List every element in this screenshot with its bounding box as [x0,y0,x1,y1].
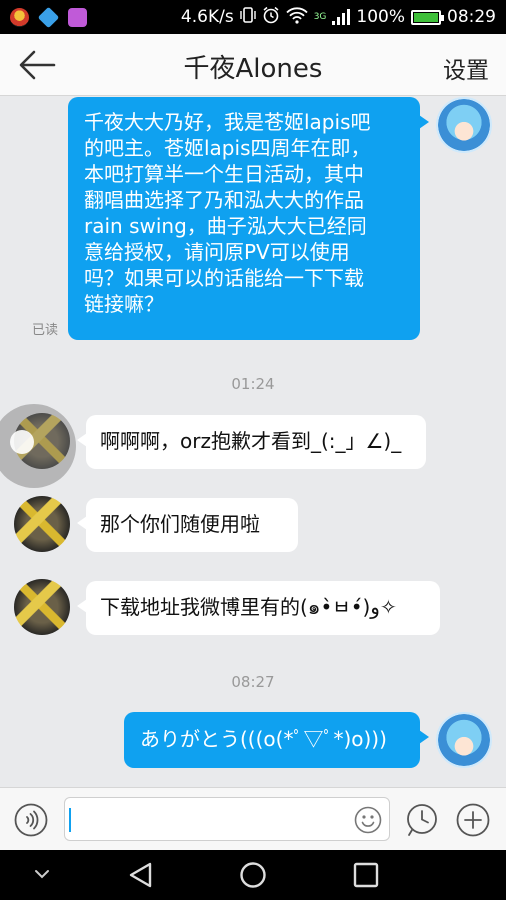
message-line: 的吧主。苍姬lapis四周年在即， [84,136,371,160]
status-app-icons [10,6,87,28]
network-type: 3G [313,11,327,22]
wifi-icon [286,6,308,28]
contact-avatar[interactable] [14,496,70,552]
status-bar: 4.6K/s 3G 100% 08:29 [0,0,506,34]
message-input[interactable] [64,797,390,841]
message-text: 啊啊啊，orz抱歉才看到_(:_」∠)_ [100,429,402,453]
outgoing-message-bubble[interactable]: 千夜大大乃好，我是苍姬lapis吧 的吧主。苍姬lapis四周年在即， 本吧打算… [68,97,429,340]
message-line: rain swing，曲子泓大大已经同 [84,214,367,238]
emoji-icon [354,806,382,834]
my-avatar[interactable] [436,97,492,153]
clock-button[interactable] [405,803,439,837]
clock-icon [407,804,437,836]
message-line: 链接嘛？ [84,292,164,316]
app-icon-c [68,7,87,27]
battery-percent: 100% [356,7,405,27]
battery-level [414,12,438,22]
incoming-message-bubble[interactable]: 下载地址我微博里有的(๑•̀ㅂ•́)و✧ [77,581,440,635]
emoji-button[interactable] [354,806,382,834]
message-text: ありがとう(((o(*ﾟ▽ﾟ*)o))) [140,727,387,751]
message-timestamp: 08:27 [231,673,275,691]
app-icon-b [37,6,60,28]
outgoing-message-bubble[interactable]: ありがとう(((o(*ﾟ▽ﾟ*)o))) [124,712,429,768]
chat-header: 千夜Alones 设置 [0,34,506,96]
home-icon[interactable] [238,861,268,889]
read-status: 已读 [32,323,59,338]
plus-icon [456,803,490,837]
page-title: 千夜Alones [183,54,323,84]
message-line: 本吧打算半一个生日活动，其中 [84,162,364,186]
text-caret [69,808,71,832]
status-time: 08:29 [447,7,496,27]
battery-icon [411,9,444,25]
message-text: 那个你们随便用啦 [100,512,260,536]
message-line: 翻唱曲选择了乃和泓大大的作品 [84,188,364,212]
message-line: 吗？如果可以的话能给一下下载 [84,266,364,290]
contact-avatar[interactable] [14,579,70,635]
incoming-message-bubble[interactable]: 那个你们随便用啦 [77,498,298,552]
message-timestamp: 01:24 [231,375,275,393]
settings-button[interactable]: 设置 [443,51,489,85]
app-icon-a [10,7,29,27]
message-line: 意给授权，请问原PV可以使用 [84,240,350,264]
system-nav-bar [0,850,506,900]
alarm-icon [262,6,280,28]
voice-icon [14,803,48,837]
message-text: 下载地址我微博里有的(๑•̀ㅂ•́)و✧ [100,595,397,619]
voice-button[interactable] [14,803,48,837]
hide-keyboard-icon[interactable] [32,866,52,882]
message-list[interactable]: 千夜大大乃好，我是苍姬lapis吧 的吧主。苍姬lapis四周年在即， 本吧打算… [0,97,506,787]
input-bar [0,787,506,850]
network-speed: 4.6K/s [180,7,234,27]
status-indicators: 4.6K/s 3G 100% 08:29 [181,6,496,28]
vibrate-icon [239,6,256,28]
floating-assistive-ball[interactable] [0,404,76,488]
floating-ball-dot [10,430,34,454]
plus-button[interactable] [456,803,490,837]
incoming-message-bubble[interactable]: 啊啊啊，orz抱歉才看到_(:_」∠)_ [77,415,426,469]
signal-icon [332,9,351,25]
recents-icon[interactable] [351,861,381,889]
my-avatar[interactable] [436,712,492,768]
nav-back-icon[interactable] [126,861,156,889]
message-line: 千夜大大乃好，我是苍姬lapis吧 [84,110,371,134]
